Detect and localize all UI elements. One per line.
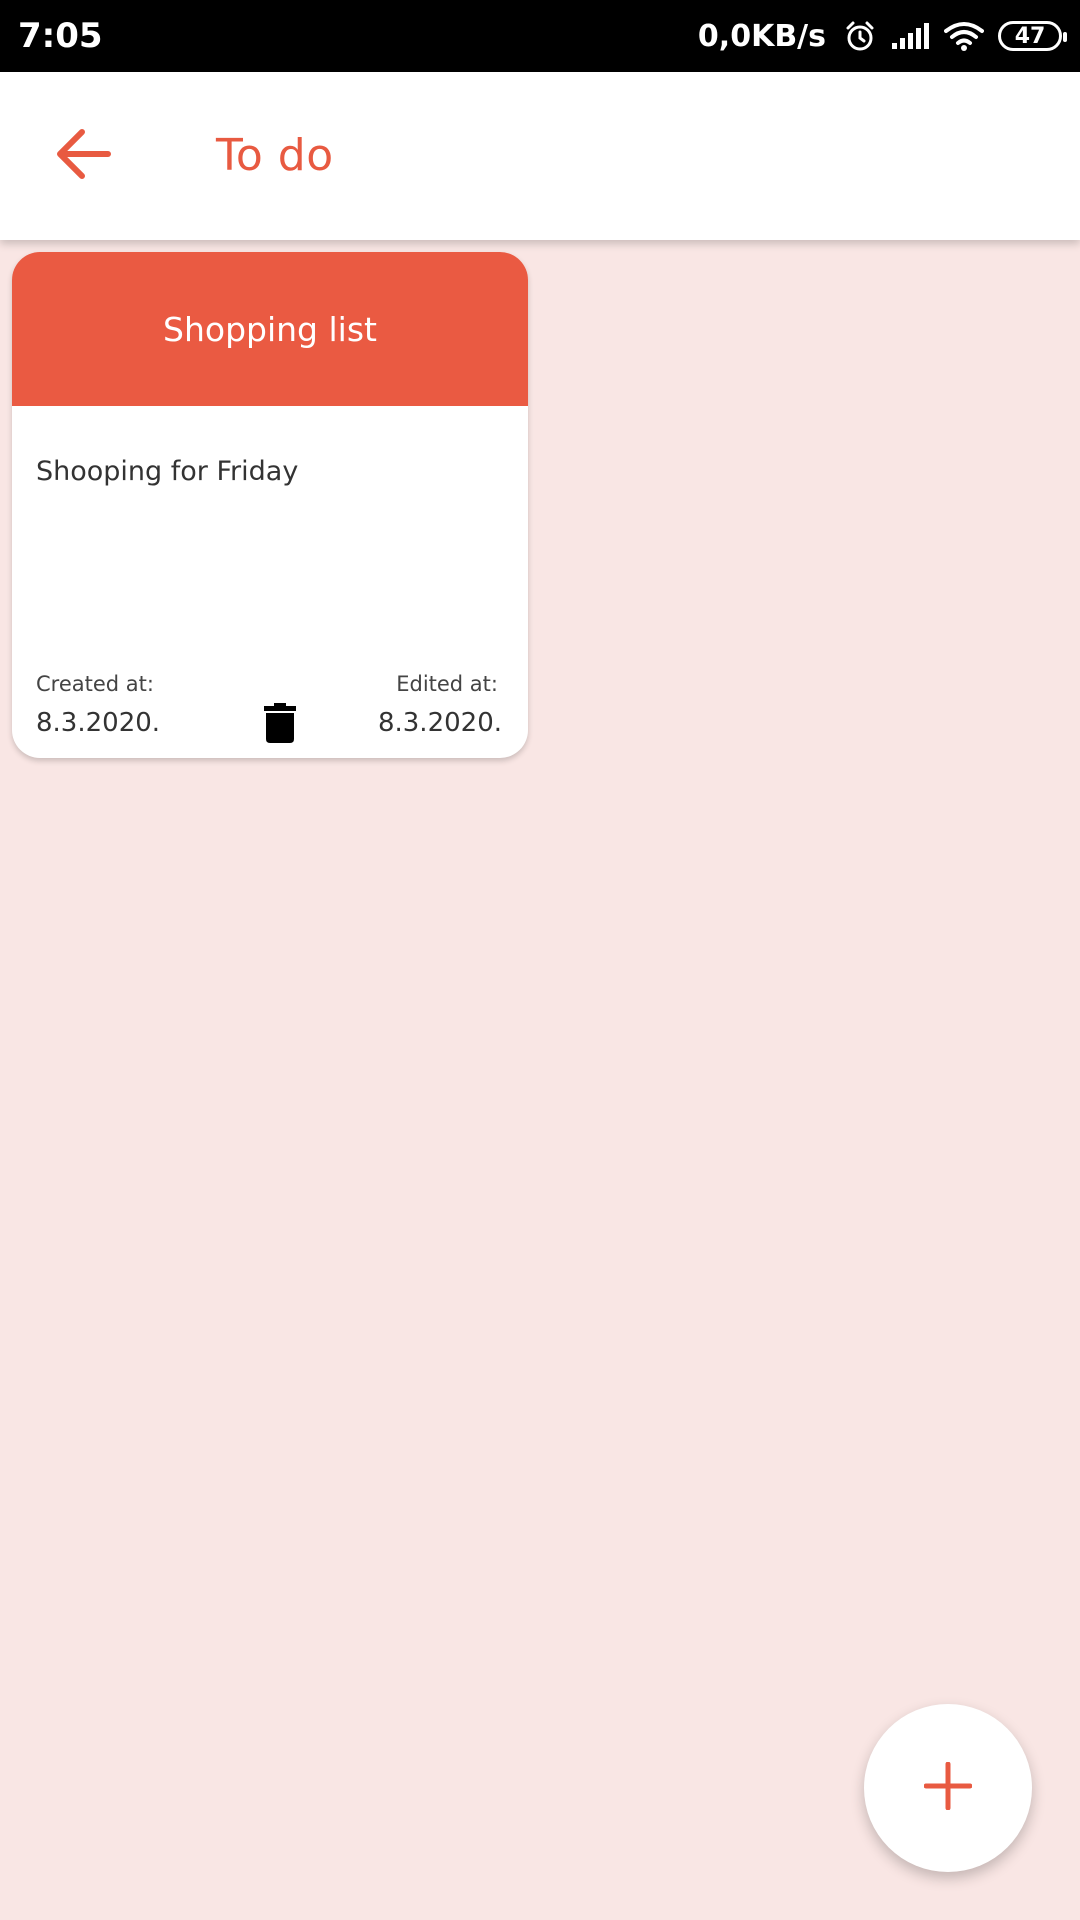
page-title: To do [216, 130, 334, 181]
edited-date: 8.3.2020. [377, 708, 502, 738]
note-title: Shopping list [163, 309, 377, 349]
note-card[interactable]: Shopping list Shooping for Friday Create… [12, 252, 528, 758]
delete-button[interactable] [252, 700, 308, 750]
app-bar: To do [0, 72, 1080, 240]
status-bar: 7:05 0,0KB/s 47 [0, 0, 1080, 72]
trash-icon [264, 702, 296, 748]
wifi-icon [944, 21, 984, 51]
note-header: Shopping list [12, 252, 528, 406]
alarm-icon [844, 20, 876, 52]
add-note-button[interactable] [864, 1704, 1032, 1872]
status-icons: 0,0KB/s 47 [697, 18, 1067, 54]
arrow-left-icon [56, 128, 112, 185]
edited-label: Edited at: [396, 672, 498, 696]
created-label: Created at: [36, 672, 154, 696]
back-button[interactable] [52, 126, 116, 186]
network-speed: 0,0KB/s [697, 18, 826, 54]
battery-level: 47 [1014, 23, 1046, 49]
note-body: Shooping for Friday [36, 456, 299, 487]
created-date: 8.3.2020. [36, 708, 161, 738]
battery-icon: 47 [998, 21, 1067, 51]
signal-icon [890, 21, 930, 51]
plus-icon [923, 1761, 973, 1815]
status-time: 7:05 [18, 16, 103, 56]
